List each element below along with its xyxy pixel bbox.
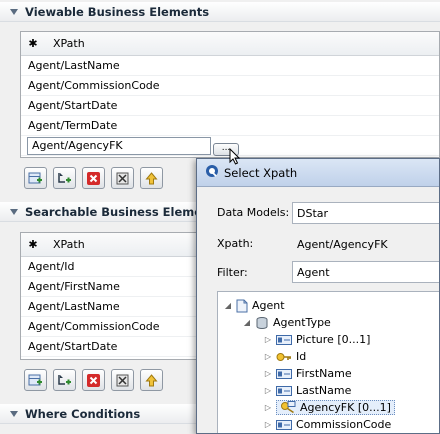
tree-node-lastname[interactable]: ▷ LastName (263, 382, 351, 399)
select-xpath-dialog: Select Xpath Data Models: DStar Xpath: A… (196, 158, 440, 434)
filter-label: Filter: (217, 266, 248, 279)
filter-value: Agent (297, 265, 330, 279)
tree-node-agenttype[interactable]: ◢ AgentType (242, 314, 331, 331)
add-child-icon (58, 374, 71, 385)
delete-icon (87, 373, 100, 387)
element-icon (276, 385, 292, 396)
tree-node-label: Id (296, 350, 307, 363)
row-xpath: Agent/StartDate (28, 99, 118, 112)
expand-triangle-icon[interactable]: ▷ (263, 386, 273, 395)
required-star-icon: ✱ (28, 37, 38, 50)
collapse-triangle-icon[interactable]: ◢ (242, 318, 252, 327)
row-xpath: Agent/Id (28, 260, 75, 273)
row-xpath: Agent/LastName (28, 59, 120, 72)
element-icon (276, 368, 292, 379)
dialog-title: Select Xpath (224, 165, 298, 180)
tree-node-agent[interactable]: ◢ Agent (223, 297, 285, 314)
expand-triangle-icon (10, 410, 18, 417)
table-row[interactable]: Agent/StartDate (21, 96, 439, 116)
tree-node-label: LastName (296, 384, 352, 397)
table-row[interactable]: Agent/LastName (21, 56, 439, 76)
row-xpath: Agent/LastName (28, 300, 120, 313)
data-models-label: Data Models: (217, 206, 290, 219)
mouse-pointer-icon (229, 148, 241, 165)
delete-button[interactable] (82, 167, 105, 189)
add-child-button[interactable] (53, 167, 76, 189)
foreign-key-icon (280, 401, 296, 414)
move-up-icon (145, 373, 158, 386)
app-icon (205, 164, 219, 181)
delete-button[interactable] (82, 369, 105, 391)
required-star-icon: ✱ (28, 238, 38, 251)
table-row[interactable]: Agent/CommissionCode (21, 76, 439, 96)
viewable-section-title: Viewable Business Elements (25, 4, 210, 19)
searchable-section-title: Searchable Business Elements (25, 204, 223, 219)
tree-node-firstname[interactable]: ▷ FirstName (263, 365, 352, 382)
xpath-field: Agent/AgencyFK (292, 233, 439, 255)
expand-triangle-icon[interactable]: ▷ (263, 352, 273, 361)
data-models-field[interactable]: DStar (292, 202, 439, 224)
viewable-section-header[interactable]: Viewable Business Elements (0, 2, 440, 22)
add-row-icon (28, 172, 42, 183)
add-child-icon (58, 172, 71, 183)
tree-node-agencyfk[interactable]: ▷ AgencyFK [0...1] (263, 399, 395, 416)
xpath-label: Xpath: (217, 237, 254, 250)
expand-triangle-icon[interactable]: ▷ (263, 369, 273, 378)
move-up-button[interactable] (140, 167, 163, 189)
add-child-button[interactable] (53, 369, 76, 391)
tree-node-label: CommissionCode (296, 418, 392, 431)
xpath-tree: ◢ Agent ◢ AgentType ▷ Picture [0...1] ▷ (217, 291, 439, 433)
tree-node-label: Picture [0...1] (296, 333, 371, 346)
xpath-cell-value: Agent/AgencyFK (32, 139, 123, 152)
xpath-value: Agent/AgencyFK (297, 237, 388, 251)
clear-icon (116, 374, 129, 386)
column-header-xpath[interactable]: XPath (45, 37, 85, 50)
viewable-xpath-table: ✱ XPath Agent/LastName Agent/CommissionC… (20, 31, 440, 158)
delete-icon (87, 171, 100, 185)
tree-node-id[interactable]: ▷ Id (263, 348, 306, 365)
row-xpath: Agent/TermDate (28, 119, 118, 132)
searchable-toolbar (24, 369, 163, 391)
clear-button[interactable] (111, 369, 134, 391)
column-header-xpath[interactable]: XPath (45, 238, 85, 251)
move-up-button[interactable] (140, 369, 163, 391)
table-header: ✱ XPath (21, 32, 439, 56)
collapse-triangle-icon[interactable]: ◢ (223, 301, 233, 310)
expand-triangle-icon[interactable]: ▷ (263, 403, 273, 412)
where-section-title: Where Conditions (25, 406, 141, 421)
clear-icon (116, 172, 129, 184)
row-xpath: Agent/CommissionCode (28, 79, 160, 92)
row-xpath: Agent/CommissionCode (28, 320, 160, 333)
move-up-icon (145, 171, 158, 184)
add-row-button[interactable] (24, 369, 47, 391)
row-xpath: Agent/StartDate (28, 340, 118, 353)
tree-node-label: FirstName (296, 367, 352, 380)
table-row[interactable]: Agent/TermDate (21, 116, 439, 136)
filter-input[interactable]: Agent (292, 261, 439, 283)
selected-node-highlight: AgencyFK [0...1] (276, 400, 395, 415)
add-row-icon (28, 374, 42, 385)
viewable-toolbar (24, 167, 163, 189)
clear-button[interactable] (111, 167, 134, 189)
tree-node-label: AgentType (273, 316, 331, 329)
tree-node-commissioncode[interactable]: ▷ CommissionCode (263, 416, 391, 433)
key-icon (276, 351, 292, 363)
expand-triangle-icon (10, 8, 18, 15)
complex-type-icon (255, 316, 269, 330)
expand-triangle-icon[interactable]: ▷ (263, 335, 273, 344)
row-xpath: Agent/FirstName (28, 280, 120, 293)
add-row-button[interactable] (24, 167, 47, 189)
document-icon (236, 299, 248, 313)
xpath-cell-editor[interactable]: Agent/AgencyFK (27, 136, 211, 155)
element-icon (276, 419, 292, 430)
expand-triangle-icon[interactable]: ▷ (263, 420, 273, 429)
tree-node-label: Agent (252, 299, 285, 312)
element-icon (276, 334, 292, 345)
expand-triangle-icon (10, 208, 18, 215)
tree-node-picture[interactable]: ▷ Picture [0...1] (263, 331, 370, 348)
data-models-value: DStar (297, 206, 329, 220)
tree-node-label: AgencyFK [0...1] (300, 401, 391, 414)
